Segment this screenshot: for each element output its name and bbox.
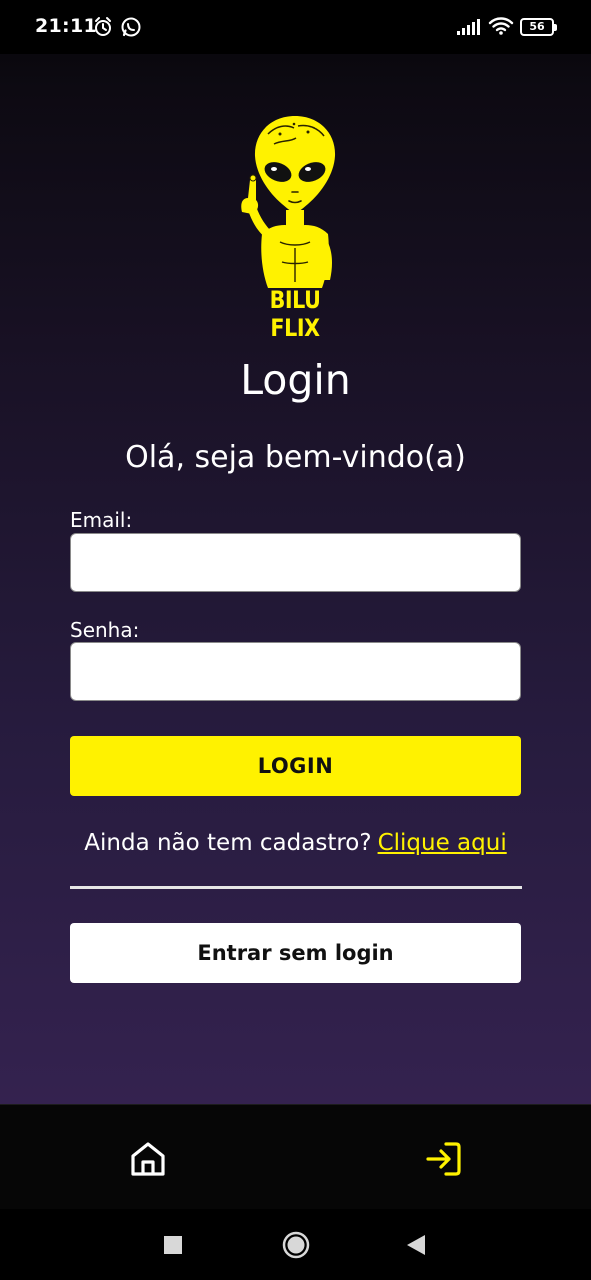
signal-icon [457,19,480,35]
password-field[interactable] [70,642,521,701]
back-button[interactable] [404,1233,428,1257]
recents-button[interactable] [163,1235,183,1255]
wifi-icon [488,17,514,35]
email-field[interactable] [70,533,521,592]
status-time: 21:11 [35,15,97,37]
email-label: Email: [70,508,133,532]
battery-icon: 56 [520,18,557,36]
home-button[interactable] [281,1230,311,1260]
register-row: Ainda não tem cadastro? Clique aqui [0,830,591,856]
login-button[interactable]: LOGIN [70,736,521,796]
alarm-icon [95,17,111,36]
welcome-subtitle: Olá, seja bem-vindo(a) [125,440,466,475]
whatsapp-icon [121,17,141,37]
system-nav-bar [0,1209,591,1280]
login-icon[interactable] [424,1139,464,1179]
register-prompt: Ainda não tem cadastro? [84,830,372,856]
page-title: Login [240,356,351,404]
register-link[interactable]: Clique aqui [378,830,507,856]
divider [70,886,522,889]
status-bar: 21:11 56 [0,0,591,54]
bottom-tab-bar [0,1104,591,1209]
logo-text: BILU FLIX [269,286,321,342]
password-label: Senha: [70,618,140,642]
battery-level: 56 [529,20,545,33]
home-icon[interactable] [128,1139,168,1179]
guest-login-button[interactable]: Entrar sem login [70,923,521,983]
